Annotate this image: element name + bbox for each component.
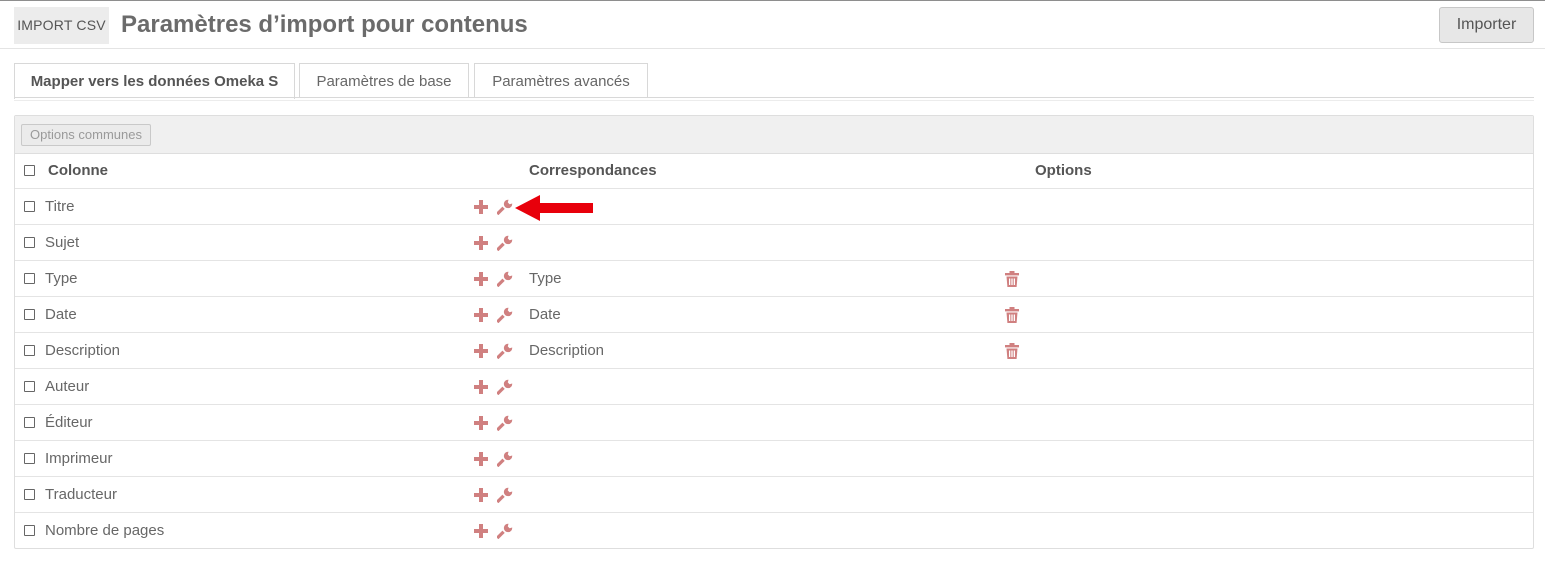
wrench-icon[interactable]	[496, 415, 513, 436]
column-name: Sujet	[45, 234, 80, 251]
column-header: Colonne	[48, 162, 108, 179]
import-button[interactable]: Importer	[1439, 7, 1534, 43]
row-checkbox[interactable]	[24, 489, 35, 500]
trash-icon[interactable]	[1005, 271, 1019, 292]
wrench-icon[interactable]	[496, 199, 513, 220]
row-checkbox[interactable]	[24, 417, 35, 428]
trash-icon[interactable]	[1005, 307, 1019, 328]
module-badge: IMPORT CSV	[14, 7, 109, 44]
tab-advanced-settings[interactable]: Paramètres avancés	[474, 63, 648, 98]
table-row: Date Date	[15, 297, 1533, 333]
column-name: Date	[45, 306, 77, 323]
common-options-button[interactable]: Options communes	[21, 124, 151, 146]
wrench-icon[interactable]	[496, 271, 513, 292]
mappings-header: Correspondances	[529, 162, 657, 179]
column-name: Type	[45, 270, 78, 287]
wrench-icon[interactable]	[496, 343, 513, 364]
select-all-checkbox[interactable]	[24, 165, 35, 176]
row-checkbox[interactable]	[24, 201, 35, 212]
table-row: Traducteur	[15, 477, 1533, 513]
plus-icon[interactable]	[474, 524, 488, 543]
wrench-icon[interactable]	[496, 523, 513, 544]
tab-mapping[interactable]: Mapper vers les données Omeka S	[14, 63, 295, 99]
row-checkbox[interactable]	[24, 237, 35, 248]
row-checkbox[interactable]	[24, 345, 35, 356]
page-title: Paramètres d’import pour contenus	[121, 11, 528, 38]
row-checkbox[interactable]	[24, 273, 35, 284]
row-checkbox[interactable]	[24, 381, 35, 392]
row-checkbox[interactable]	[24, 525, 35, 536]
table-row: Titre	[15, 189, 1533, 225]
page-header: IMPORT CSV Paramètres d’import pour cont…	[0, 1, 1545, 49]
options-header: Options	[1035, 162, 1092, 179]
column-name: Éditeur	[45, 414, 93, 431]
mapping-value: Date	[529, 306, 561, 323]
table-header: Colonne Correspondances Options	[15, 153, 1533, 189]
plus-icon[interactable]	[474, 236, 488, 255]
column-name: Nombre de pages	[45, 522, 165, 539]
wrench-icon[interactable]	[496, 487, 513, 508]
tab-divider-secondary	[14, 100, 1534, 101]
tab-divider	[14, 97, 1534, 98]
mapping-panel: Options communes Colonne Correspondances…	[14, 115, 1534, 549]
wrench-icon[interactable]	[496, 235, 513, 256]
table-row: Description Description	[15, 333, 1533, 369]
table-row: Type Type	[15, 261, 1533, 297]
column-name: Titre	[45, 198, 75, 215]
plus-icon[interactable]	[474, 416, 488, 435]
tab-basic-settings[interactable]: Paramètres de base	[299, 63, 469, 98]
plus-icon[interactable]	[474, 452, 488, 471]
row-checkbox[interactable]	[24, 453, 35, 464]
mapping-value: Type	[529, 270, 562, 287]
plus-icon[interactable]	[474, 488, 488, 507]
table-row: Sujet	[15, 225, 1533, 261]
column-name: Description	[45, 342, 121, 359]
plus-icon[interactable]	[474, 308, 488, 327]
column-name: Auteur	[45, 378, 90, 395]
plus-icon[interactable]	[474, 272, 488, 291]
red-arrow-annotation	[515, 195, 593, 221]
wrench-icon[interactable]	[496, 379, 513, 400]
plus-icon[interactable]	[474, 380, 488, 399]
mapping-toolbar: Options communes	[15, 116, 1533, 154]
table-row: Éditeur	[15, 405, 1533, 441]
wrench-icon[interactable]	[496, 307, 513, 328]
mapping-value: Description	[529, 342, 605, 359]
plus-icon[interactable]	[474, 344, 488, 363]
trash-icon[interactable]	[1005, 343, 1019, 364]
table-row: Auteur	[15, 369, 1533, 405]
table-row: Imprimeur	[15, 441, 1533, 477]
tab-bar: Mapper vers les données Omeka S Paramètr…	[14, 63, 1534, 99]
column-name: Traducteur	[45, 486, 117, 503]
row-checkbox[interactable]	[24, 309, 35, 320]
wrench-icon[interactable]	[496, 451, 513, 472]
plus-icon[interactable]	[474, 200, 488, 219]
table-row: Nombre de pages	[15, 513, 1533, 549]
column-name: Imprimeur	[45, 450, 113, 467]
